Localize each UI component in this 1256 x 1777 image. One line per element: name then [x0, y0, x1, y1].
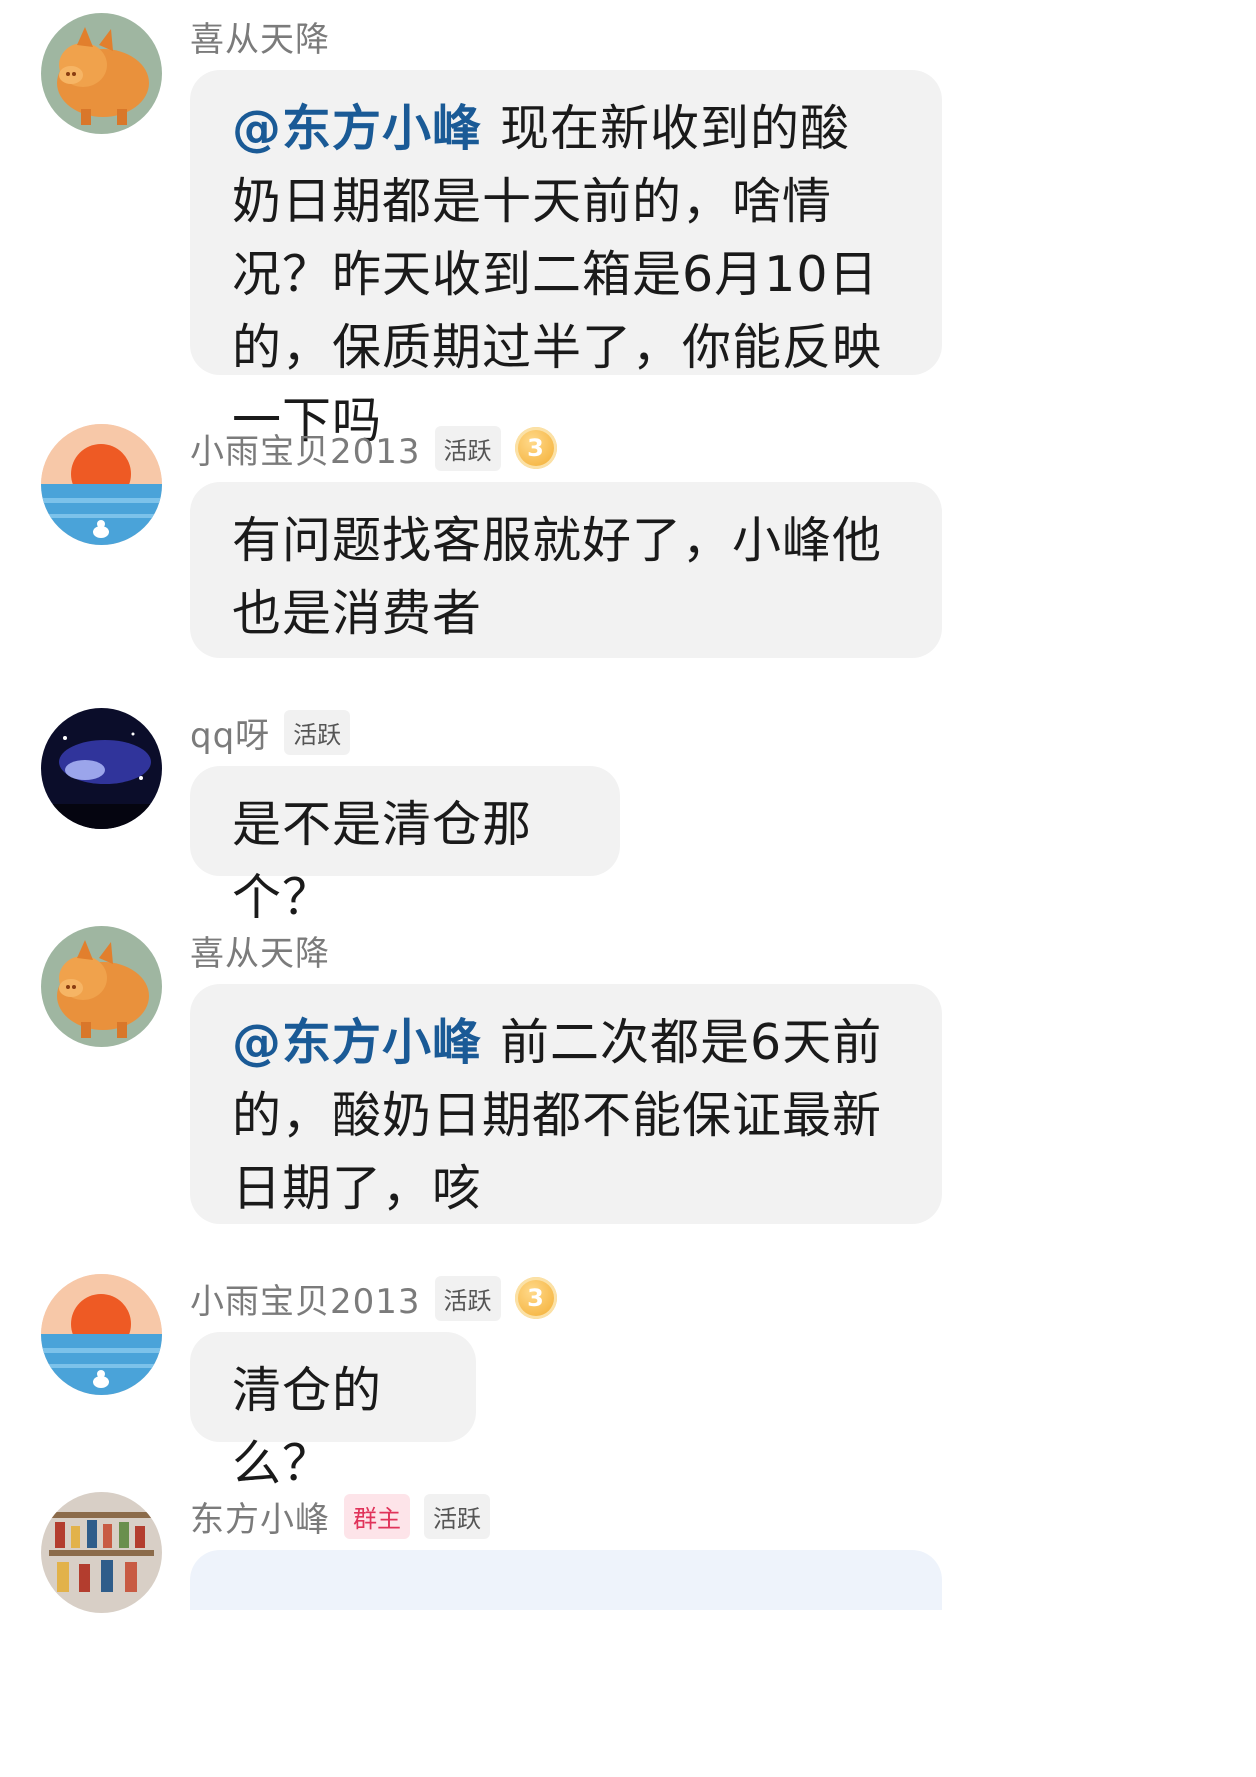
level-badge-icon: 3 — [514, 427, 557, 469]
active-tag: 活跃 — [284, 709, 351, 755]
message-bubble[interactable]: 清仓的么？ — [190, 1332, 476, 1492]
pig-avatar-icon[interactable] — [41, 13, 162, 134]
active-tag: 活跃 — [434, 425, 501, 471]
message-bubble[interactable] — [190, 1550, 942, 1610]
message-text: 是不是清仓那个？ — [232, 796, 533, 926]
message-text: 有问题找客服就好了，小峰他也是消费者 — [232, 512, 883, 642]
shop-shelf-avatar-icon[interactable] — [41, 1492, 162, 1613]
group-owner-tag: 群主 — [344, 1493, 410, 1539]
message-bubble[interactable]: 是不是清仓那个？ — [190, 766, 620, 926]
sunset-avatar-icon[interactable] — [41, 1274, 162, 1395]
message-bubble[interactable]: @东方小峰 现在新收到的酸奶日期都是十天前的，啥情况？昨天收到二箱是6月10日的，… — [190, 70, 942, 449]
sender-name[interactable]: 喜从天降 — [190, 926, 330, 975]
sender-name[interactable]: 东方小峰 — [190, 1492, 330, 1541]
sender-name[interactable]: qq呀 — [190, 708, 270, 757]
sender-name[interactable]: 小雨宝贝2013 — [190, 1274, 421, 1323]
pig-avatar-icon[interactable] — [41, 926, 162, 1047]
message-bubble[interactable]: 有问题找客服就好了，小峰他也是消费者 — [190, 482, 942, 658]
sender-name[interactable]: 小雨宝贝2013 — [190, 424, 421, 473]
level-badge-icon: 3 — [514, 1277, 557, 1319]
active-tag: 活跃 — [434, 1275, 501, 1321]
message-text: 清仓的么？ — [232, 1362, 383, 1492]
active-tag: 活跃 — [424, 1493, 490, 1539]
mention-link[interactable]: @东方小峰 — [232, 100, 482, 157]
night-sky-avatar-icon[interactable] — [41, 708, 162, 829]
sender-name[interactable]: 喜从天降 — [190, 12, 330, 61]
message-bubble[interactable]: @东方小峰 前二次都是6天前的，酸奶日期都不能保证最新日期了，咳 — [190, 984, 942, 1224]
sunset-avatar-icon[interactable] — [41, 424, 162, 545]
mention-link[interactable]: @东方小峰 — [232, 1014, 482, 1071]
